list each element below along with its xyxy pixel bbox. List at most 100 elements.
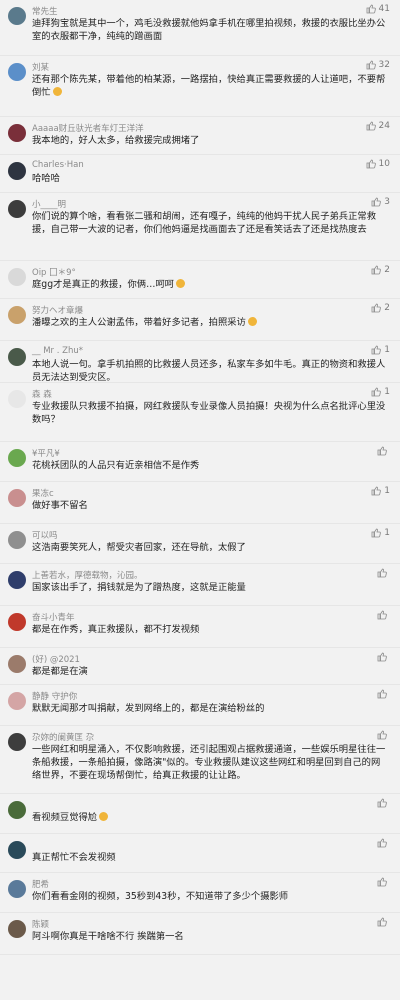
like-button[interactable] bbox=[377, 689, 390, 699]
like-count: 3 bbox=[384, 197, 390, 207]
like-count: 24 bbox=[378, 121, 390, 131]
comment-item: 可以吗 1 这浩南要笑死人，帮受灾者回家，还在导航，太假了 bbox=[0, 524, 400, 564]
thumbs-up-icon bbox=[371, 528, 382, 538]
comment-username[interactable]: 可以吗 bbox=[32, 529, 58, 541]
comment-text: 还有那个陈先某，带着他的柏某源，一路摆拍，快给真正需要救援的人让道吧，不要帮倒忙 bbox=[32, 73, 388, 99]
comment-text: 哈哈哈 bbox=[32, 172, 388, 185]
avatar[interactable] bbox=[8, 268, 26, 286]
comment-text-content: 专业救援队只救援不拍摄，网红救援队专业录像人员拍摄！央视为什么点名批评心里没数吗… bbox=[32, 401, 386, 425]
thumbs-up-icon bbox=[366, 121, 376, 131]
thumbs-up-icon bbox=[377, 652, 387, 662]
thumbs-up-icon bbox=[366, 4, 376, 14]
comment-text-content: 庭gg才是真正的救援，你俩…呵呵 bbox=[32, 279, 174, 290]
thumbs-up-icon bbox=[371, 303, 382, 313]
thumbs-up-icon bbox=[377, 689, 387, 699]
comment-text-content: 都是都是在演 bbox=[32, 666, 88, 677]
like-button[interactable] bbox=[377, 798, 390, 808]
comment-text-content: 这浩南要笑死人，帮受灾者回家，还在导航，太假了 bbox=[32, 542, 246, 553]
like-button[interactable]: 41 bbox=[366, 4, 390, 14]
comment-text-content: 本地人说一句。拿手机拍照的比救援人员还多，私家车多如牛毛。真正的物资和救援人员无… bbox=[32, 359, 386, 383]
thumbs-up-icon bbox=[371, 345, 382, 355]
comment-text-content: 还有那个陈先某，带着他的柏某源，一路摆拍，快给真正需要救援的人让道吧，不要帮倒忙 bbox=[32, 74, 386, 98]
like-button[interactable]: 3 bbox=[371, 197, 390, 207]
avatar[interactable] bbox=[8, 7, 26, 25]
comment-username[interactable]: 尕妳的阑黄匡 尕 bbox=[32, 731, 94, 743]
like-button[interactable] bbox=[377, 730, 390, 740]
avatar[interactable] bbox=[8, 655, 26, 673]
comment-text: 专业救援队只救援不拍摄，网红救援队专业录像人员拍摄！央视为什么点名批评心里没数吗… bbox=[32, 400, 388, 426]
comment-text: 你们看看金刚的视频，35秒到43秒，不知道带了多少个摄影师 bbox=[32, 890, 388, 903]
like-button[interactable]: 1 bbox=[371, 387, 390, 397]
avatar[interactable] bbox=[8, 571, 26, 589]
comment-item: (好) @2021 都是都是在演 bbox=[0, 648, 400, 685]
comment-text: 我本地的，好人太多，给救援完成拥堵了 bbox=[32, 134, 388, 147]
comment-item: Oip 囗＊9° 2 庭gg才是真正的救援，你俩…呵呵 bbox=[0, 261, 400, 299]
avatar[interactable] bbox=[8, 348, 26, 366]
comment-username[interactable]: Oip 囗＊9° bbox=[32, 266, 76, 278]
like-button[interactable]: 2 bbox=[371, 303, 390, 313]
avatar[interactable] bbox=[8, 200, 26, 218]
like-button[interactable]: 1 bbox=[371, 528, 390, 538]
comment-username[interactable]: (好) @2021 bbox=[32, 653, 80, 665]
avatar[interactable] bbox=[8, 306, 26, 324]
like-button[interactable] bbox=[377, 446, 390, 456]
avatar[interactable] bbox=[8, 801, 26, 819]
thumbs-up-icon bbox=[371, 387, 382, 397]
avatar[interactable] bbox=[8, 920, 26, 938]
avatar[interactable] bbox=[8, 692, 26, 710]
avatar[interactable] bbox=[8, 390, 26, 408]
comment-username[interactable]: 努力ヘオ章爆 bbox=[32, 304, 83, 316]
like-button[interactable]: 2 bbox=[371, 265, 390, 275]
comment-username[interactable]: 森 森 bbox=[32, 388, 52, 400]
comment-username[interactable]: Aaaaa财丘驮光者车灯王洋洋 bbox=[32, 122, 144, 134]
comment-item: 森 森 1 专业救援队只救援不拍摄，网红救援队专业录像人员拍摄！央视为什么点名批评心… bbox=[0, 383, 400, 442]
avatar[interactable] bbox=[8, 613, 26, 631]
comment-text-content: 国家该出手了，捐钱就是为了蹭热度，这就是正能量 bbox=[32, 582, 246, 593]
comment-username[interactable]: Charles·Han bbox=[32, 160, 84, 170]
avatar[interactable] bbox=[8, 531, 26, 549]
avatar[interactable] bbox=[8, 63, 26, 81]
emoji-icon bbox=[99, 812, 109, 821]
comment-text-content: 你们说的算个啥，看看张二骚和胡闹，还有嘎子，纯纯的他妈干扰人民子弟兵正常救援，自… bbox=[32, 211, 376, 235]
avatar[interactable] bbox=[8, 841, 26, 859]
comment-username[interactable]: 奋斗小青年 bbox=[32, 611, 75, 623]
comment-username[interactable]: 小____明 bbox=[32, 198, 66, 210]
like-button[interactable]: 1 bbox=[371, 486, 390, 496]
like-button[interactable] bbox=[377, 568, 390, 578]
like-button[interactable]: 24 bbox=[366, 121, 390, 131]
like-button[interactable] bbox=[377, 610, 390, 620]
comment-username[interactable]: 肥希 bbox=[32, 878, 49, 890]
comment-text: 国家该出手了，捐钱就是为了蹭热度，这就是正能量 bbox=[32, 581, 388, 594]
comment-username[interactable]: 上善若水，厚德载物，沁园。 bbox=[32, 569, 143, 581]
like-count: 1 bbox=[384, 387, 390, 397]
comment-text-content: 默默无闻那才叫捐献，发到网络上的，都是在演给粉丝的 bbox=[32, 703, 265, 714]
comment-username[interactable]: __ Mr . Zhu* bbox=[32, 346, 83, 356]
like-button[interactable] bbox=[377, 917, 390, 927]
comment-text-content: 潘曝之欢的主人公谢孟伟，带着好多记者，拍照采访 bbox=[32, 317, 246, 328]
comment-username[interactable]: 常先生 bbox=[32, 5, 58, 17]
like-button[interactable]: 1 bbox=[371, 345, 390, 355]
comment-username[interactable]: 静静 守护你 bbox=[32, 690, 77, 702]
like-button[interactable] bbox=[377, 652, 390, 662]
avatar[interactable] bbox=[8, 449, 26, 467]
comment-text: 默默无闻那才叫捐献，发到网络上的，都是在演给粉丝的 bbox=[32, 702, 388, 715]
comment-username[interactable]: 果冻c bbox=[32, 487, 54, 499]
like-button[interactable] bbox=[377, 838, 390, 848]
avatar[interactable] bbox=[8, 880, 26, 898]
comment-item: 陈颖 阿斗啊你真是干啥啥不行 挨踹第一名 bbox=[0, 913, 400, 955]
like-button[interactable] bbox=[377, 877, 390, 887]
comment-item: Charles·Han 10 哈哈哈 bbox=[0, 155, 400, 193]
like-button[interactable]: 32 bbox=[366, 60, 390, 70]
comment-username[interactable]: ¥平凡¥ bbox=[32, 447, 60, 459]
comment-username[interactable]: 刘某 bbox=[32, 61, 49, 73]
like-button[interactable]: 10 bbox=[366, 159, 390, 169]
avatar[interactable] bbox=[8, 162, 26, 180]
comment-username[interactable]: 陈颖 bbox=[32, 918, 49, 930]
comment-item: 上善若水，厚德载物，沁园。 国家该出手了，捐钱就是为了蹭热度，这就是正能量 bbox=[0, 564, 400, 606]
like-count: 1 bbox=[384, 345, 390, 355]
comment-text: 花桃袄团队的人品只有近亲相信不是作秀 bbox=[32, 459, 388, 472]
avatar[interactable] bbox=[8, 733, 26, 751]
avatar[interactable] bbox=[8, 124, 26, 142]
comment-item: ¥平凡¥ 花桃袄团队的人品只有近亲相信不是作秀 bbox=[0, 442, 400, 482]
avatar[interactable] bbox=[8, 489, 26, 507]
